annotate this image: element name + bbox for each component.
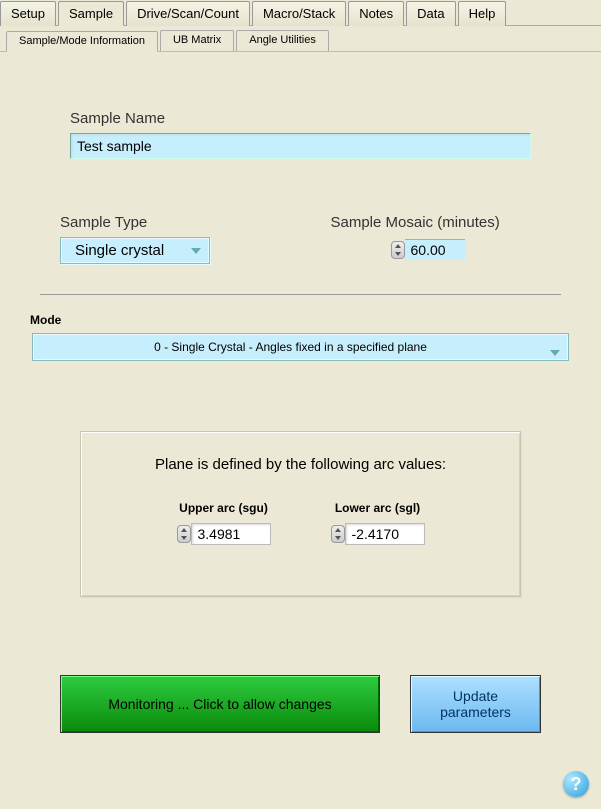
tab-data[interactable]: Data [406,1,455,26]
mode-dropdown[interactable]: 0 - Single Crystal - Angles fixed in a s… [32,333,569,361]
lower-arc-label: Lower arc (sgl) [331,501,425,515]
tab-macro-stack[interactable]: Macro/Stack [252,1,346,26]
subtab-sample-mode-info[interactable]: Sample/Mode Information [6,31,158,52]
mode-value: 0 - Single Crystal - Angles fixed in a s… [154,340,427,354]
divider [40,294,561,295]
type-mosaic-row: Sample Type Single crystal Sample Mosaic… [20,214,581,264]
upper-arc-col: Upper arc (sgu) [177,501,271,548]
upper-arc-label: Upper arc (sgu) [177,501,271,515]
chevron-down-icon [191,248,201,254]
tab-setup[interactable]: Setup [0,1,56,26]
bottom-button-row: Monitoring ... Click to allow changes Up… [20,675,581,733]
sample-type-dropdown[interactable]: Single crystal [60,237,210,264]
mode-label: Mode [20,313,581,327]
tab-drive-scan-count[interactable]: Drive/Scan/Count [126,1,250,26]
lower-arc-input[interactable] [345,523,425,545]
tab-notes[interactable]: Notes [348,1,404,26]
update-parameters-button[interactable]: Update parameters [410,675,541,733]
lower-arc-col: Lower arc (sgl) [331,501,425,548]
plane-title: Plane is defined by the following arc va… [101,456,500,473]
sample-mosaic-input[interactable] [405,239,465,260]
lower-arc-spinner[interactable] [331,525,345,543]
arc-row: Upper arc (sgu) Lower arc (sgl) [101,501,500,548]
sample-type-col: Sample Type Single crystal [60,214,271,264]
subtab-ub-matrix[interactable]: UB Matrix [160,30,234,51]
main-tab-bar: Setup Sample Drive/Scan/Count Macro/Stac… [0,0,601,26]
sample-mosaic-label: Sample Mosaic (minutes) [331,214,542,231]
help-icon[interactable]: ? [563,771,589,797]
mosaic-spinner[interactable] [391,241,405,259]
subtab-angle-utilities[interactable]: Angle Utilities [236,30,329,51]
sample-name-label: Sample Name [70,110,531,127]
chevron-down-icon [550,350,560,356]
sample-mosaic-col: Sample Mosaic (minutes) [331,214,542,264]
sample-name-section: Sample Name [20,110,581,159]
tab-sample[interactable]: Sample [58,1,124,26]
upper-arc-input[interactable] [191,523,271,545]
tab-help[interactable]: Help [458,1,507,26]
upper-arc-spinner[interactable] [177,525,191,543]
sub-tab-bar: Sample/Mode Information UB Matrix Angle … [0,26,601,52]
sample-type-label: Sample Type [60,214,271,231]
sample-name-input[interactable] [70,133,531,159]
monitoring-toggle-button[interactable]: Monitoring ... Click to allow changes [60,675,380,733]
sample-type-value: Single crystal [75,242,164,259]
plane-panel: Plane is defined by the following arc va… [80,431,521,597]
content-area: Sample Name Sample Type Single crystal S… [0,52,601,743]
